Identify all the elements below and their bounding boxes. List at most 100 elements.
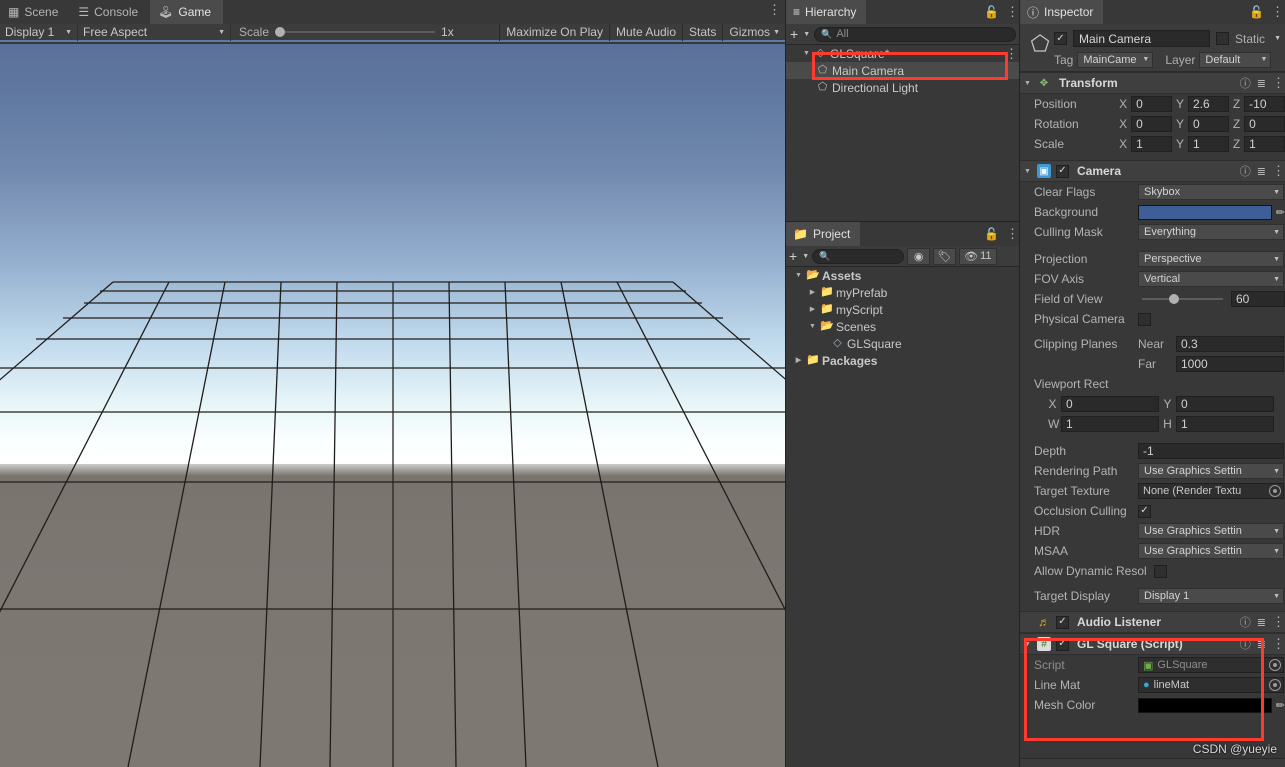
occlusion-culling-checkbox[interactable]: ✓ bbox=[1138, 504, 1151, 518]
hdr-dropdown[interactable]: Use Graphics Settin ▼ bbox=[1138, 523, 1284, 539]
line-mat-objectfield[interactable]: ● lineMat bbox=[1138, 677, 1284, 693]
lock-icon[interactable]: 🔓 bbox=[984, 5, 999, 19]
background-color-swatch[interactable] bbox=[1138, 204, 1272, 220]
layer-dropdown[interactable]: Default ▼ bbox=[1199, 51, 1272, 68]
chevron-down-icon[interactable]: ▼ bbox=[802, 50, 811, 57]
preset-icon[interactable]: ≣ bbox=[1257, 77, 1266, 90]
object-picker-icon[interactable] bbox=[1269, 485, 1281, 497]
tag-dropdown[interactable]: MainCame ▼ bbox=[1077, 51, 1154, 68]
project-item-scenes[interactable]: ▼ 📂 Scenes bbox=[786, 318, 1020, 335]
divider-gameview-hierarchy[interactable] bbox=[785, 0, 786, 767]
chevron-down-icon[interactable]: ▼ bbox=[1274, 35, 1281, 42]
viewport-w-input[interactable]: 1 bbox=[1061, 416, 1159, 432]
tab-scene[interactable]: ▦ Scene bbox=[0, 0, 70, 24]
hierarchy-search-input[interactable]: 🔍 All bbox=[814, 26, 1016, 42]
filter-by-type-icon[interactable]: ◉ bbox=[907, 247, 931, 265]
project-item-myscript[interactable]: ▶ 📁 myScript bbox=[786, 301, 1020, 318]
eyedropper-icon[interactable]: ✏ bbox=[1276, 699, 1285, 712]
chevron-right-icon[interactable]: ▶ bbox=[808, 306, 817, 313]
rotation-z-input[interactable]: 0 bbox=[1244, 116, 1285, 132]
scale-x-input[interactable]: 1 bbox=[1131, 136, 1172, 152]
allow-dynamic-resolution-checkbox[interactable] bbox=[1154, 564, 1167, 578]
target-display-dropdown[interactable]: Display 1 ▼ bbox=[1138, 588, 1284, 604]
target-texture-objectfield[interactable]: None (Render Textu bbox=[1138, 483, 1284, 499]
lock-icon[interactable]: 🔓 bbox=[1249, 5, 1264, 19]
component-menu-icon[interactable]: ⋮ bbox=[1272, 615, 1285, 628]
divider-hierarchy-project[interactable] bbox=[786, 221, 1020, 222]
aspect-dropdown[interactable]: Free Aspect ▼ bbox=[78, 23, 231, 41]
component-menu-icon[interactable]: ⋮ bbox=[1272, 637, 1285, 650]
filter-by-label-icon[interactable]: 🏷 bbox=[933, 247, 957, 265]
stats-button[interactable]: Stats bbox=[683, 23, 724, 41]
preset-icon[interactable]: ≣ bbox=[1257, 638, 1266, 651]
hierarchy-item-glsquare[interactable]: ▼ ◇ GLSquare* ⋮ bbox=[786, 45, 1020, 62]
chevron-right-icon[interactable]: ▶ bbox=[808, 289, 817, 296]
tab-game[interactable]: 🕹 Game bbox=[150, 0, 224, 24]
component-header-transform[interactable]: ▼ ✥ Transform ⓘ ≣ ⋮ bbox=[1020, 72, 1285, 94]
chevron-down-icon[interactable]: ▼ bbox=[1023, 80, 1032, 87]
help-icon[interactable]: ⓘ bbox=[1240, 75, 1251, 91]
help-icon[interactable]: ⓘ bbox=[1240, 636, 1251, 652]
tab-console[interactable]: ☰ Console bbox=[70, 0, 150, 24]
gizmos-button[interactable]: Gizmos ▼ bbox=[723, 24, 786, 41]
chevron-down-icon[interactable]: ▼ bbox=[1023, 168, 1032, 175]
viewport-y-input[interactable]: 0 bbox=[1176, 396, 1274, 412]
field-of-view-input[interactable]: 60 bbox=[1231, 291, 1285, 307]
culling-mask-dropdown[interactable]: Everything ▼ bbox=[1138, 224, 1284, 240]
position-z-input[interactable]: -10 bbox=[1244, 96, 1285, 112]
audio-listener-enabled-checkbox[interactable]: ✓ bbox=[1056, 615, 1069, 629]
lock-icon[interactable]: 🔓 bbox=[984, 227, 999, 241]
component-header-gl-square[interactable]: ▼ # ✓ GL Square (Script) ⓘ ≣ ⋮ bbox=[1020, 633, 1285, 655]
rotation-x-input[interactable]: 0 bbox=[1131, 116, 1172, 132]
rendering-path-dropdown[interactable]: Use Graphics Settin ▼ bbox=[1138, 463, 1284, 479]
clipping-near-input[interactable]: 0.3 bbox=[1176, 336, 1284, 352]
scale-control[interactable]: Scale 1x bbox=[231, 23, 462, 41]
fov-axis-dropdown[interactable]: Vertical ▼ bbox=[1138, 271, 1284, 287]
rotation-y-input[interactable]: 0 bbox=[1188, 116, 1229, 132]
preset-icon[interactable]: ≣ bbox=[1257, 165, 1266, 178]
project-item-glsquare[interactable]: ◇ GLSquare bbox=[786, 335, 1020, 352]
field-of-view-slider[interactable] bbox=[1142, 294, 1223, 304]
scale-y-input[interactable]: 1 bbox=[1188, 136, 1229, 152]
tab-hierarchy[interactable]: ≡ Hierarchy bbox=[786, 0, 867, 24]
static-checkbox[interactable] bbox=[1216, 32, 1230, 45]
component-menu-icon[interactable]: ⋮ bbox=[1272, 76, 1285, 89]
position-x-input[interactable]: 0 bbox=[1131, 96, 1172, 112]
display-dropdown[interactable]: Display 1 ▼ bbox=[0, 23, 78, 41]
position-y-input[interactable]: 2.6 bbox=[1188, 96, 1229, 112]
chevron-right-icon[interactable]: ▶ bbox=[794, 357, 803, 364]
maximize-on-play-button[interactable]: Maximize On Play bbox=[499, 23, 610, 41]
clear-flags-dropdown[interactable]: Skybox ▼ bbox=[1138, 184, 1284, 200]
game-view-render[interactable] bbox=[0, 44, 786, 767]
gl-square-enabled-checkbox[interactable]: ✓ bbox=[1056, 637, 1069, 651]
scale-slider[interactable] bbox=[275, 27, 436, 37]
viewport-h-input[interactable]: 1 bbox=[1176, 416, 1274, 432]
chevron-down-icon[interactable]: ▼ bbox=[1023, 641, 1032, 648]
tab-inspector[interactable]: ⓘ Inspector bbox=[1020, 0, 1104, 24]
clipping-far-input[interactable]: 1000 bbox=[1176, 356, 1284, 372]
scale-slider-knob[interactable] bbox=[275, 27, 286, 37]
eyedropper-icon[interactable]: ✏ bbox=[1276, 206, 1285, 219]
project-add-button[interactable]: + ▼ bbox=[789, 248, 809, 264]
project-menu-icon[interactable]: ⋮ bbox=[1006, 227, 1019, 240]
hidden-packages-toggle[interactable]: 👁 11 bbox=[959, 247, 997, 265]
game-view-menu-icon[interactable]: ⋮ bbox=[768, 3, 781, 16]
chevron-down-icon[interactable]: ▼ bbox=[794, 272, 803, 279]
scene-menu-icon[interactable]: ⋮ bbox=[1005, 47, 1018, 60]
component-header-audio-listener[interactable]: ▶ ♬ ✓ Audio Listener ⓘ ≣ ⋮ bbox=[1020, 611, 1285, 633]
project-item-assets[interactable]: ▼ 📂 Assets bbox=[786, 267, 1020, 284]
tab-project[interactable]: 📁 Project bbox=[786, 222, 861, 246]
component-menu-icon[interactable]: ⋮ bbox=[1272, 164, 1285, 177]
project-item-myprefab[interactable]: ▶ 📁 myPrefab bbox=[786, 284, 1020, 301]
physical-camera-checkbox[interactable] bbox=[1138, 312, 1151, 326]
scale-z-input[interactable]: 1 bbox=[1244, 136, 1285, 152]
hierarchy-add-button[interactable]: + ▼ bbox=[790, 26, 810, 42]
gameobject-name-input[interactable]: Main Camera bbox=[1073, 30, 1211, 47]
hierarchy-item-directional-light[interactable]: ⬠ Directional Light bbox=[786, 79, 1020, 96]
divider-hierarchy-inspector[interactable] bbox=[1019, 0, 1020, 767]
help-icon[interactable]: ⓘ bbox=[1240, 614, 1251, 630]
inspector-menu-icon[interactable]: ⋮ bbox=[1271, 5, 1284, 18]
chevron-down-icon[interactable]: ▼ bbox=[808, 323, 817, 330]
field-of-view-slider-knob[interactable] bbox=[1168, 294, 1179, 304]
depth-input[interactable]: -1 bbox=[1138, 443, 1284, 459]
